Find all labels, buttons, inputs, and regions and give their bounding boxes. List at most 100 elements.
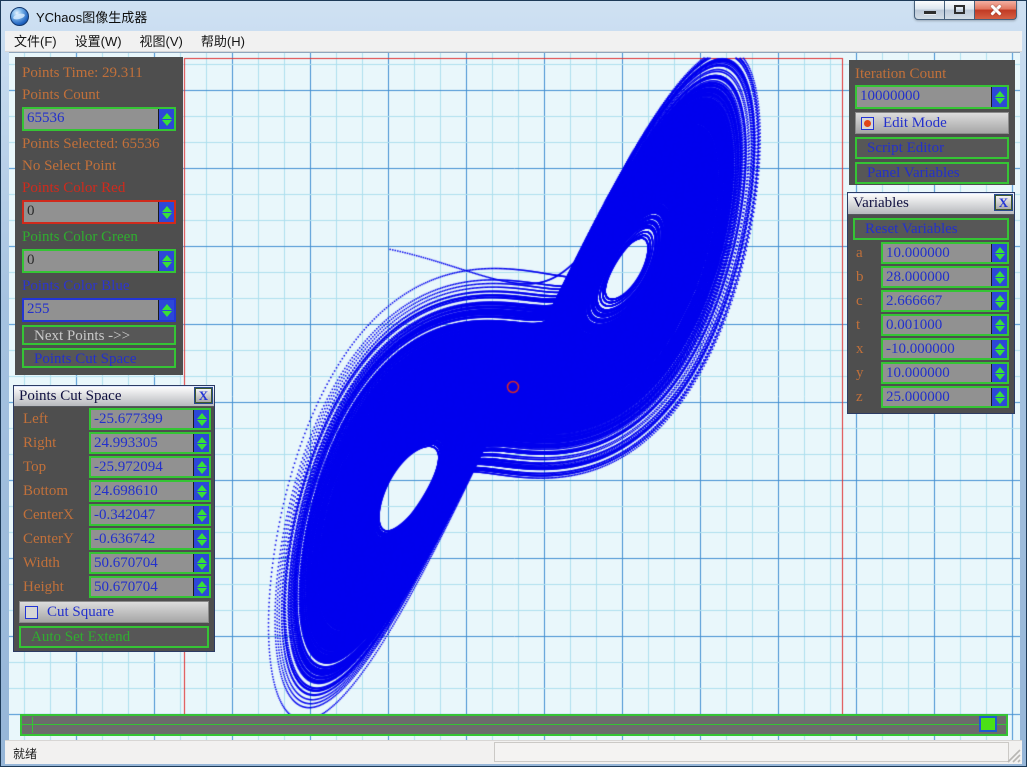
points-count-spinner[interactable]	[158, 109, 174, 129]
var-x-value[interactable]: -10.000000	[883, 340, 991, 358]
cut-centery-spinner[interactable]	[193, 530, 209, 548]
menu-view[interactable]: 视图(V)	[131, 30, 192, 52]
cut-top-value[interactable]: -25.972094	[91, 458, 193, 476]
var-z-value[interactable]: 25.000000	[883, 388, 991, 406]
iteration-count-field[interactable]: 10000000	[855, 85, 1009, 109]
cut-right-field[interactable]: 24.993305	[89, 432, 211, 454]
edit-mode-row[interactable]: Edit Mode	[855, 112, 1009, 134]
triangle-down-icon[interactable]	[994, 97, 1005, 104]
triangle-down-icon[interactable]	[196, 491, 207, 498]
triangle-up-icon[interactable]	[196, 580, 207, 587]
var-c-spinner[interactable]	[991, 292, 1007, 310]
cut-space-panel-titlebar[interactable]: Points Cut Space X	[14, 386, 214, 407]
triangle-down-icon[interactable]	[161, 261, 172, 268]
menu-help[interactable]: 帮助(H)	[192, 30, 254, 52]
triangle-down-icon[interactable]	[994, 277, 1005, 284]
triangle-up-icon[interactable]	[994, 342, 1005, 349]
triangle-down-icon[interactable]	[994, 373, 1005, 380]
next-points-button[interactable]: Next Points ->>	[22, 325, 176, 345]
variables-panel-titlebar[interactable]: Variables X	[848, 193, 1014, 215]
triangle-down-icon[interactable]	[196, 419, 207, 426]
menu-file[interactable]: 文件(F)	[5, 30, 66, 52]
points-color-red-spinner[interactable]	[158, 202, 174, 222]
triangle-up-icon[interactable]	[161, 112, 172, 119]
points-color-green-field[interactable]: 0	[22, 249, 176, 273]
script-editor-button[interactable]: Script Editor	[855, 137, 1009, 159]
var-x-field[interactable]: -10.000000	[881, 338, 1009, 360]
cut-right-value[interactable]: 24.993305	[91, 434, 193, 452]
minimize-button[interactable]	[914, 1, 945, 20]
var-z-field[interactable]: 25.000000	[881, 386, 1009, 408]
cut-square-row[interactable]: Cut Square	[19, 601, 209, 623]
triangle-up-icon[interactable]	[161, 205, 172, 212]
var-y-spinner[interactable]	[991, 364, 1007, 382]
points-count-value[interactable]: 65536	[24, 109, 158, 129]
cut-centerx-spinner[interactable]	[193, 506, 209, 524]
var-y-field[interactable]: 10.000000	[881, 362, 1009, 384]
cut-left-value[interactable]: -25.677399	[91, 410, 193, 428]
var-b-spinner[interactable]	[991, 268, 1007, 286]
triangle-down-icon[interactable]	[161, 119, 172, 126]
title-bar[interactable]: YChaos图像生成器	[1, 1, 1026, 31]
edit-mode-radio[interactable]	[861, 116, 874, 130]
triangle-up-icon[interactable]	[994, 366, 1005, 373]
points-color-green-spinner[interactable]	[158, 251, 174, 271]
points-color-blue-value[interactable]: 255	[24, 300, 158, 320]
scrollbar-handle[interactable]	[979, 716, 997, 732]
triangle-up-icon[interactable]	[196, 460, 207, 467]
var-a-field[interactable]: 10.000000	[881, 242, 1009, 264]
triangle-up-icon[interactable]	[994, 390, 1005, 397]
triangle-up-icon[interactable]	[994, 246, 1005, 253]
triangle-down-icon[interactable]	[196, 539, 207, 546]
cut-left-spinner[interactable]	[193, 410, 209, 428]
points-color-blue-field[interactable]: 255	[22, 298, 176, 322]
triangle-up-icon[interactable]	[994, 294, 1005, 301]
triangle-up-icon[interactable]	[196, 412, 207, 419]
cut-height-spinner[interactable]	[193, 578, 209, 596]
triangle-down-icon[interactable]	[196, 515, 207, 522]
cut-width-spinner[interactable]	[193, 554, 209, 572]
var-c-field[interactable]: 2.666667	[881, 290, 1009, 312]
close-button[interactable]	[975, 1, 1017, 20]
triangle-up-icon[interactable]	[196, 484, 207, 491]
var-t-field[interactable]: 0.001000	[881, 314, 1009, 336]
cut-centery-field[interactable]: -0.636742	[89, 528, 211, 550]
cut-height-field[interactable]: 50.670704	[89, 576, 211, 598]
cut-left-field[interactable]: -25.677399	[89, 408, 211, 430]
triangle-down-icon[interactable]	[196, 467, 207, 474]
cut-right-spinner[interactable]	[193, 434, 209, 452]
triangle-up-icon[interactable]	[994, 270, 1005, 277]
panel-variables-button[interactable]: Panel Variables	[855, 162, 1009, 184]
cut-top-spinner[interactable]	[193, 458, 209, 476]
cut-top-field[interactable]: -25.972094	[89, 456, 211, 478]
iteration-count-value[interactable]: 10000000	[857, 87, 991, 107]
iteration-count-spinner[interactable]	[991, 87, 1007, 107]
cut-centerx-value[interactable]: -0.342047	[91, 506, 193, 524]
horizontal-scrollbar[interactable]	[20, 714, 1008, 736]
var-t-spinner[interactable]	[991, 316, 1007, 334]
cut-bottom-value[interactable]: 24.698610	[91, 482, 193, 500]
auto-set-extend-button[interactable]: Auto Set Extend	[19, 626, 209, 648]
triangle-down-icon[interactable]	[196, 443, 207, 450]
cut-centery-value[interactable]: -0.636742	[91, 530, 193, 548]
reset-variables-button[interactable]: Reset Variables	[853, 218, 1009, 240]
points-color-green-value[interactable]: 0	[24, 251, 158, 271]
points-cut-space-button[interactable]: Points Cut Space	[22, 348, 176, 368]
cut-width-field[interactable]: 50.670704	[89, 552, 211, 574]
triangle-up-icon[interactable]	[994, 90, 1005, 97]
var-y-value[interactable]: 10.000000	[883, 364, 991, 382]
var-t-value[interactable]: 0.001000	[883, 316, 991, 334]
cut-height-value[interactable]: 50.670704	[91, 578, 193, 596]
triangle-down-icon[interactable]	[994, 397, 1005, 404]
cut-centerx-field[interactable]: -0.342047	[89, 504, 211, 526]
cut-bottom-field[interactable]: 24.698610	[89, 480, 211, 502]
triangle-down-icon[interactable]	[994, 325, 1005, 332]
triangle-up-icon[interactable]	[196, 556, 207, 563]
triangle-down-icon[interactable]	[161, 310, 172, 317]
points-count-field[interactable]: 65536	[22, 107, 176, 131]
triangle-down-icon[interactable]	[196, 587, 207, 594]
var-x-spinner[interactable]	[991, 340, 1007, 358]
cut-space-panel-close-button[interactable]: X	[194, 387, 213, 404]
triangle-up-icon[interactable]	[161, 254, 172, 261]
var-b-value[interactable]: 28.000000	[883, 268, 991, 286]
